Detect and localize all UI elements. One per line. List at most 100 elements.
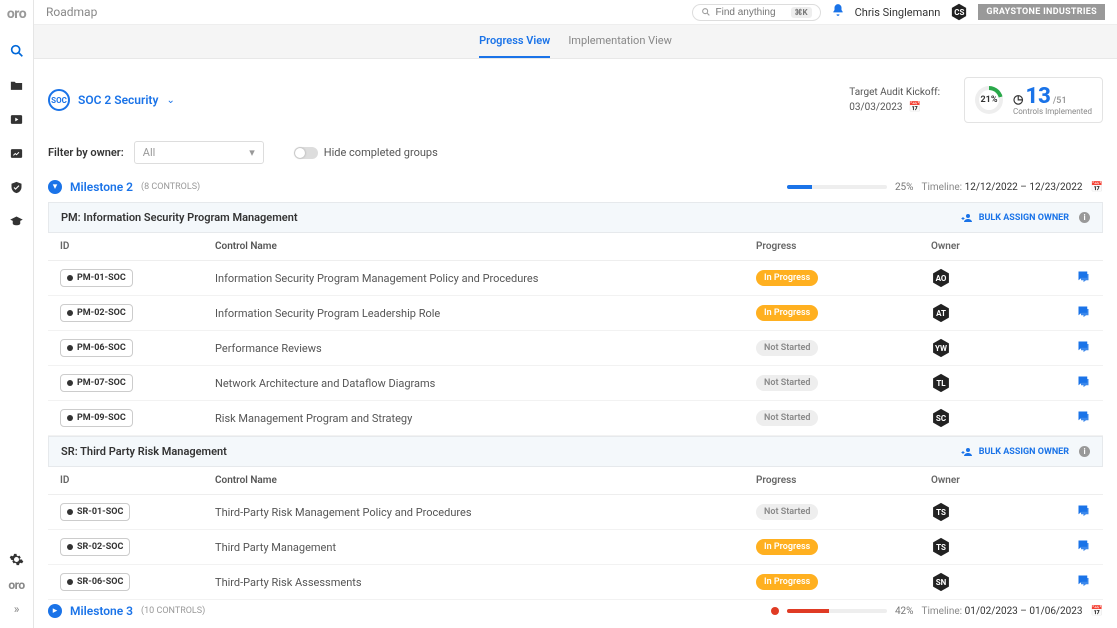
col-header-owner: Owner [931,241,1061,252]
milestone-progress-bar [787,609,887,613]
search-field[interactable] [716,7,786,18]
owner-avatar[interactable]: AT [931,303,951,323]
add-user-icon [961,446,973,458]
framework-icon: SOC [48,89,70,111]
col-header-name: Control Name [215,475,756,486]
control-name: Information Security Program Leadership … [215,307,756,320]
calendar-icon[interactable]: 📅 [909,102,921,113]
info-icon[interactable]: i [1079,446,1090,457]
nav-folder-icon[interactable] [8,76,26,94]
search-input[interactable]: ⌘K [692,4,821,21]
nav-chart-icon[interactable] [8,144,26,162]
control-row[interactable]: SR-06-SOC Third-Party Risk Assessments I… [48,565,1103,600]
kpi-caption: Controls Implemented [1013,107,1092,116]
control-id-pill[interactable]: SR-06-SOC [60,573,130,591]
milestone-toggle[interactable]: ▸ [48,604,62,618]
company-tag: GRAYSTONE INDUSTRIES [978,4,1105,20]
kpi-card: 21% ◷ 13 /51 Controls Implemented [964,77,1103,123]
owner-select[interactable]: All▾ [134,141,264,164]
nav-search-icon[interactable] [8,42,26,60]
milestone-pct: 42% [895,606,914,617]
calendar-icon[interactable]: 📅 [1091,606,1103,617]
owner-avatar[interactable]: YW [931,338,951,358]
control-name: Information Security Program Management … [215,272,756,285]
tab-progress-view[interactable]: Progress View [479,25,550,58]
col-header-progress: Progress [756,241,931,252]
alert-dot-icon [771,607,779,615]
milestone-name[interactable]: Milestone 2 [70,180,133,194]
control-id-pill[interactable]: PM-01-SOC [60,269,133,287]
chat-icon[interactable] [1076,342,1091,358]
control-row[interactable]: SR-02-SOC Third Party Management In Prog… [48,530,1103,565]
nav-education-icon[interactable] [8,212,26,230]
control-name: Risk Management Program and Strategy [215,412,756,425]
owner-avatar[interactable]: AO [931,268,951,288]
chat-icon[interactable] [1076,307,1091,323]
control-name: Third Party Management [215,541,756,554]
settings-icon[interactable] [8,550,26,568]
nav-play-icon[interactable] [8,110,26,128]
chat-icon[interactable] [1076,412,1091,428]
col-header-name: Control Name [215,241,756,252]
chat-icon[interactable] [1076,377,1091,393]
dot-icon [67,544,73,550]
username[interactable]: Chris Singlemann [855,6,941,19]
milestone-name[interactable]: Milestone 3 [70,604,133,618]
chat-icon[interactable] [1076,541,1091,557]
user-avatar[interactable]: CS [950,3,968,21]
control-name: Performance Reviews [215,342,756,355]
chat-icon[interactable] [1076,272,1091,288]
section-title: SR: Third Party Risk Management [61,445,227,458]
control-row[interactable]: SR-01-SOC Third-Party Risk Management Po… [48,495,1103,530]
control-id-pill[interactable]: PM-07-SOC [60,374,133,392]
owner-avatar[interactable]: TS [931,502,951,522]
status-badge: In Progress [756,270,818,286]
owner-avatar[interactable]: TL [931,373,951,393]
add-user-icon [961,212,973,224]
bulk-assign-owner-button[interactable]: BULK ASSIGN OWNER i [961,446,1090,458]
section-title: PM: Information Security Program Managem… [61,211,298,224]
chevron-down-icon: ⌄ [166,95,174,106]
notifications-icon[interactable] [831,3,845,21]
bulk-assign-owner-button[interactable]: BULK ASSIGN OWNER i [961,212,1090,224]
status-badge: Not Started [756,410,818,426]
info-icon[interactable]: i [1079,212,1090,223]
brand-logo-bottom: oro [8,578,24,592]
chat-icon[interactable] [1076,576,1091,592]
control-id-pill[interactable]: PM-09-SOC [60,409,133,427]
control-row[interactable]: PM-01-SOC Information Security Program M… [48,261,1103,296]
control-name: Third-Party Risk Management Policy and P… [215,506,756,519]
owner-avatar[interactable]: TS [931,537,951,557]
kickoff-date: 03/03/2023 [849,102,902,113]
hide-completed-toggle[interactable]: Hide completed groups [294,146,438,159]
control-row[interactable]: PM-02-SOC Information Security Program L… [48,296,1103,331]
progress-ring: 21% [975,86,1003,114]
dot-icon [67,275,73,281]
dot-icon [67,415,73,421]
status-badge: Not Started [756,375,818,391]
dot-icon [67,509,73,515]
owner-avatar[interactable]: SC [931,408,951,428]
nav-shield-icon[interactable] [8,178,26,196]
milestone-toggle[interactable]: ▾ [48,180,62,194]
search-shortcut: ⌘K [791,7,812,18]
control-id-pill[interactable]: SR-02-SOC [60,538,130,556]
control-row[interactable]: PM-07-SOC Network Architecture and Dataf… [48,366,1103,401]
control-row[interactable]: PM-06-SOC Performance Reviews Not Starte… [48,331,1103,366]
control-row[interactable]: PM-09-SOC Risk Management Program and St… [48,401,1103,436]
filter-owner-label: Filter by owner: [48,146,124,159]
brand-logo[interactable]: oro [7,0,26,32]
owner-avatar[interactable]: SN [931,572,951,592]
framework-name: SOC 2 Security [78,93,158,107]
sidebar-collapse-icon[interactable]: » [14,602,20,616]
tab-implementation-view[interactable]: Implementation View [568,25,672,58]
status-badge: Not Started [756,504,818,520]
dot-icon [67,579,73,585]
dot-icon [67,310,73,316]
calendar-icon[interactable]: 📅 [1091,182,1103,193]
control-id-pill[interactable]: PM-06-SOC [60,339,133,357]
framework-selector[interactable]: SOC SOC 2 Security ⌄ [48,89,175,111]
chat-icon[interactable] [1076,506,1091,522]
control-id-pill[interactable]: PM-02-SOC [60,304,133,322]
control-id-pill[interactable]: SR-01-SOC [60,503,130,521]
